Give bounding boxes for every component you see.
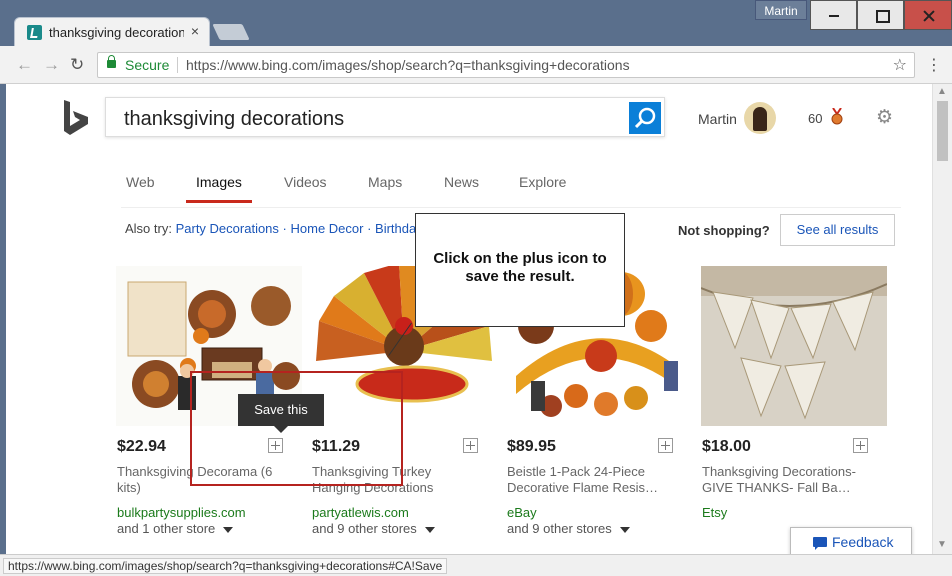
url-text[interactable]: https://www.bing.com/images/shop/search?…	[186, 57, 630, 73]
bing-logo-icon[interactable]	[62, 100, 90, 136]
browser-menu-icon[interactable]: ⋮	[926, 55, 942, 75]
chevron-down-icon	[619, 526, 630, 533]
product-seller[interactable]: bulkpartysupplies.com	[117, 505, 246, 520]
save-plus-icon[interactable]	[463, 438, 478, 453]
product-title[interactable]: Thanksgiving Decorations- GIVE THANKS- F…	[702, 464, 867, 496]
other-stores-label: and 1 other store	[117, 521, 216, 536]
maximize-button[interactable]	[857, 0, 904, 30]
also-try-separator: ·	[367, 221, 376, 236]
product-card[interactable]: $18.00 Thanksgiving Decorations- GIVE TH…	[701, 266, 891, 554]
page-content: thanksgiving decorations Martin 60 ⚙ Web…	[6, 84, 932, 554]
tab-news[interactable]: News	[444, 174, 479, 190]
save-plus-icon[interactable]	[658, 438, 673, 453]
scroll-down-icon[interactable]: ▼	[937, 539, 947, 550]
rewards-medal-icon[interactable]	[830, 108, 844, 126]
also-try-link[interactable]: Party Decorations	[176, 221, 279, 236]
other-stores-label: and 9 other stores	[507, 521, 612, 536]
other-stores-label: and 9 other stores	[312, 521, 417, 536]
feedback-label: Feedback	[832, 534, 894, 550]
tab-web[interactable]: Web	[126, 174, 155, 190]
browser-tab-active[interactable]: thanksgiving decorations ×	[14, 17, 210, 46]
minimize-button[interactable]	[810, 0, 857, 30]
product-image[interactable]	[701, 266, 887, 426]
product-price: $22.94	[117, 438, 166, 455]
scroll-thumb[interactable]	[937, 101, 948, 161]
tab-divider	[121, 207, 901, 208]
forward-arrow-icon[interactable]: →	[43, 55, 60, 75]
browser-toolbar: ← → ↻ Secure https://www.bing.com/images…	[0, 46, 952, 84]
product-price: $89.95	[507, 438, 556, 455]
product-title[interactable]: Beistle 1-Pack 24-Piece Decorative Flame…	[507, 464, 672, 496]
bing-favicon-icon	[27, 25, 42, 40]
chevron-down-icon	[424, 526, 435, 533]
tab-title: thanksgiving decorations	[49, 25, 184, 40]
search-button[interactable]	[629, 102, 661, 134]
scroll-up-icon[interactable]: ▲	[937, 86, 947, 97]
new-tab-button[interactable]	[212, 24, 250, 40]
tab-videos[interactable]: Videos	[284, 174, 327, 190]
product-seller[interactable]: Etsy	[702, 505, 727, 520]
search-input[interactable]: thanksgiving decorations	[124, 108, 344, 131]
window-user-label[interactable]: Martin	[755, 0, 807, 20]
page-scrollbar[interactable]: ▲ ▼	[932, 84, 952, 554]
also-try-separator: ·	[282, 221, 291, 236]
search-box[interactable]: thanksgiving decorations	[105, 97, 665, 137]
status-url: https://www.bing.com/images/shop/search?…	[3, 558, 448, 574]
see-all-results-button[interactable]: See all results	[780, 214, 895, 246]
secure-label: Secure	[125, 57, 170, 73]
product-seller[interactable]: partyatlewis.com	[312, 505, 409, 520]
other-stores-toggle[interactable]: and 9 other stores	[312, 521, 435, 536]
tab-close-icon[interactable]: ×	[191, 23, 199, 39]
save-tooltip: Save this	[238, 394, 324, 433]
back-arrow-icon[interactable]: ←	[16, 55, 33, 75]
bookmark-star-icon[interactable]: ☆	[893, 55, 907, 75]
lock-icon	[107, 55, 116, 68]
reload-icon[interactable]: ↻	[70, 55, 84, 75]
gear-icon[interactable]: ⚙	[876, 106, 893, 129]
tab-images[interactable]: Images	[186, 174, 252, 203]
rewards-points[interactable]: 60	[808, 111, 822, 126]
search-icon	[634, 107, 656, 129]
status-bar: https://www.bing.com/images/shop/search?…	[0, 554, 952, 576]
chat-bubble-icon	[813, 537, 827, 550]
product-price: $18.00	[702, 438, 751, 455]
other-stores-toggle[interactable]: and 9 other stores	[507, 521, 630, 536]
also-try-link[interactable]: Home Decor	[291, 221, 364, 236]
address-bar[interactable]: Secure https://www.bing.com/images/shop/…	[97, 52, 915, 78]
other-stores-toggle[interactable]: and 1 other store	[117, 521, 234, 536]
instruction-callout: Click on the plus icon to save the resul…	[415, 213, 625, 327]
not-shopping-label: Not shopping?	[678, 223, 770, 238]
omnibox-divider	[177, 57, 178, 73]
tab-maps[interactable]: Maps	[368, 174, 402, 190]
chevron-down-icon	[223, 526, 234, 533]
save-plus-icon[interactable]	[853, 438, 868, 453]
tab-explore[interactable]: Explore	[519, 174, 566, 190]
also-try-bar: Also try: Party Decorations · Home Decor…	[125, 221, 416, 236]
product-seller[interactable]: eBay	[507, 505, 537, 520]
also-try-label: Also try:	[125, 221, 172, 236]
window-titlebar: thanksgiving decorations × Martin	[0, 0, 952, 46]
feedback-button[interactable]: Feedback	[790, 527, 912, 554]
also-try-link[interactable]: Birthda	[375, 221, 416, 236]
save-highlight-box	[190, 371, 403, 486]
user-name[interactable]: Martin	[698, 111, 737, 127]
avatar[interactable]	[744, 102, 776, 134]
close-window-button[interactable]	[904, 0, 952, 30]
